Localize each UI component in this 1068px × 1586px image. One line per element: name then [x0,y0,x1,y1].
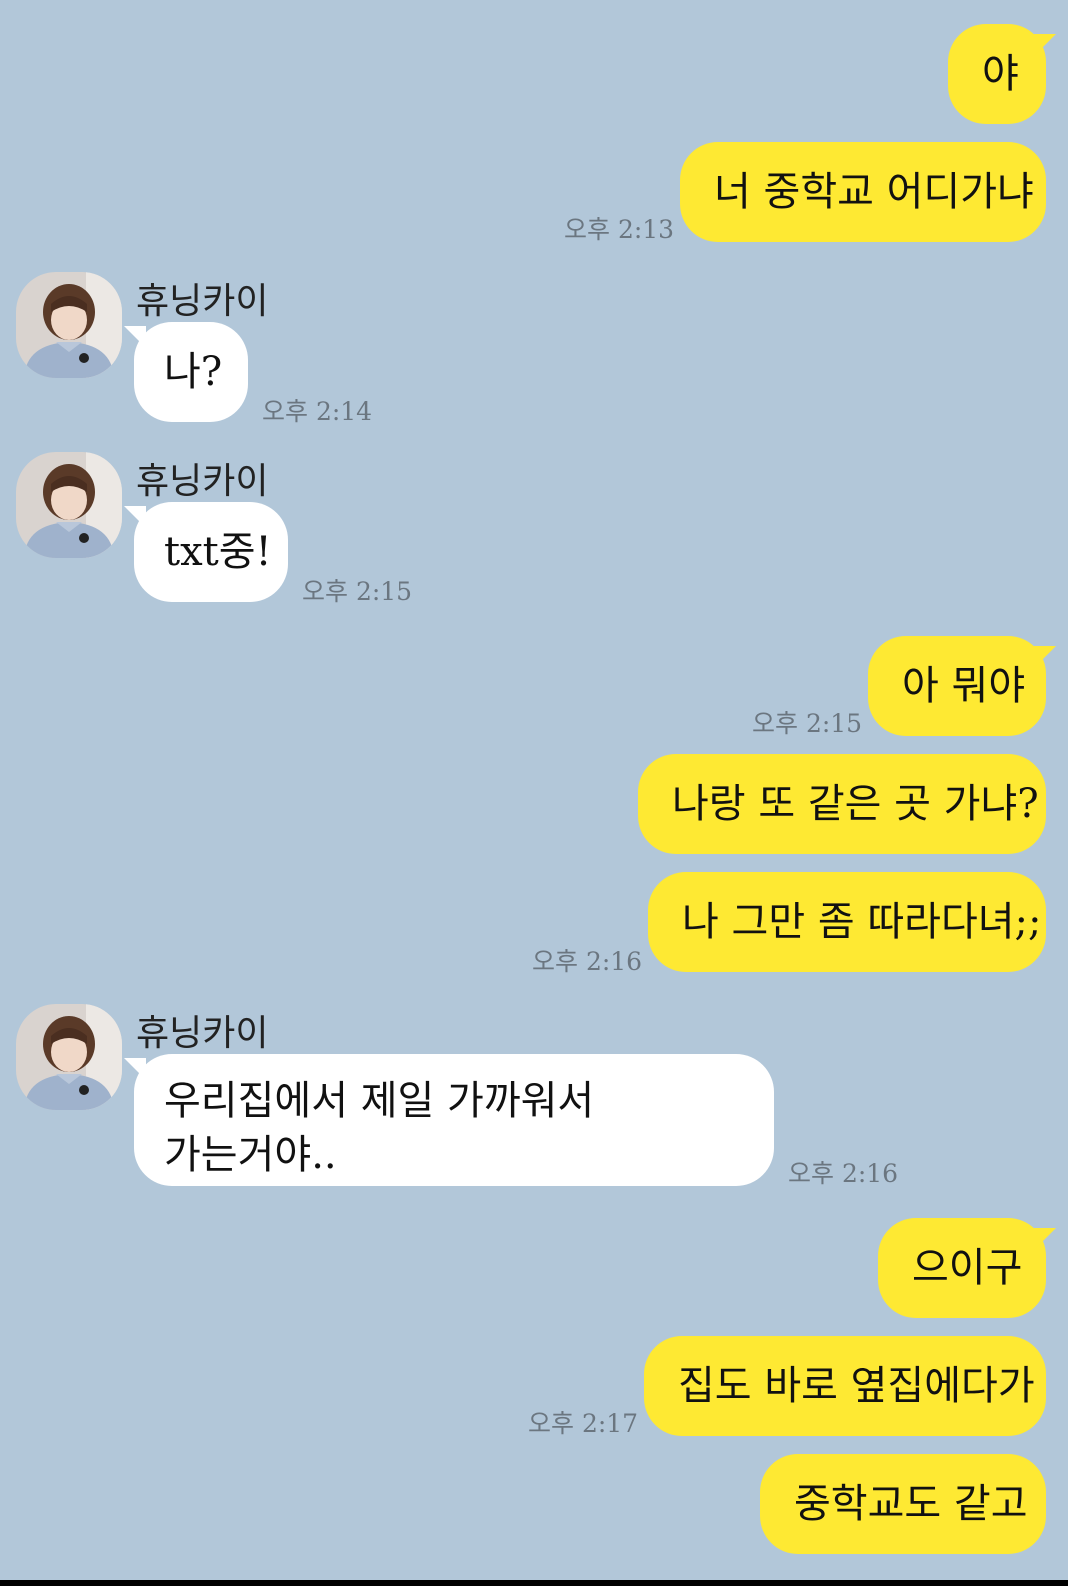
profile-photo-icon [16,272,122,378]
message-text: 으이구 [912,1245,1023,1291]
avatar[interactable] [16,1004,122,1110]
sender-name: 휴닝카이 [136,1013,269,1054]
my-message-bubble[interactable]: 야 [948,24,1046,124]
profile-photo-icon [16,1004,122,1110]
my-message-bubble[interactable]: 으이구 [878,1218,1046,1318]
avatar[interactable] [16,452,122,558]
their-message-bubble[interactable]: txt중! [134,502,288,602]
message-timestamp: 오후 2:13 [564,215,675,244]
bubble-tail [124,506,146,528]
profile-photo-icon [16,452,122,558]
sender-name: 휴닝카이 [136,461,269,502]
message-timestamp: 오후 2:17 [528,1409,639,1438]
my-message-bubble[interactable]: 중학교도 같고 [760,1454,1046,1554]
message-timestamp: 오후 2:16 [532,947,643,976]
message-text: txt중! [164,529,272,575]
their-message-bubble[interactable]: 우리집에서 제일 가까워서 가는거야.. [134,1054,774,1186]
bubble-tail [1034,646,1056,668]
message-text: 집도 바로 옆집에다가 [678,1363,1035,1409]
message-timestamp: 오후 2:15 [302,577,413,606]
my-message-bubble[interactable]: 나랑 또 같은 곳 가냐? [638,754,1046,854]
message-timestamp: 오후 2:14 [262,397,373,426]
message-text: 나랑 또 같은 곳 가냐? [672,781,1039,827]
my-message-bubble[interactable]: 너 중학교 어디가냐 [680,142,1046,242]
message-text: 중학교도 같고 [794,1481,1028,1527]
message-timestamp: 오후 2:16 [788,1159,899,1188]
message-text: 너 중학교 어디가냐 [714,169,1034,215]
message-text: 나? [164,349,223,395]
message-timestamp: 오후 2:15 [752,709,863,738]
bubble-tail [124,326,146,348]
my-message-bubble[interactable]: 집도 바로 옆집에다가 [644,1336,1046,1436]
message-text: 나 그만 좀 따라다녀;; [682,899,1042,945]
chat-area[interactable]: 야 너 중학교 어디가냐 오후 2:13 휴닝카이 나? 오후 2:14 휴닝카… [0,0,1068,1586]
my-message-bubble[interactable]: 나 그만 좀 따라다녀;; [648,872,1046,972]
message-text: 우리집에서 제일 가까워서 가는거야.. [164,1078,595,1178]
avatar[interactable] [16,272,122,378]
bottom-edge-bar [0,1580,1068,1586]
message-text: 야 [982,51,1019,97]
message-text: 아 뭐야 [902,663,1026,709]
bubble-tail [1034,34,1056,56]
bubble-tail [1034,1228,1056,1250]
their-message-bubble[interactable]: 나? [134,322,248,422]
my-message-bubble[interactable]: 아 뭐야 [868,636,1046,736]
sender-name: 휴닝카이 [136,281,269,322]
bubble-tail [124,1058,146,1080]
